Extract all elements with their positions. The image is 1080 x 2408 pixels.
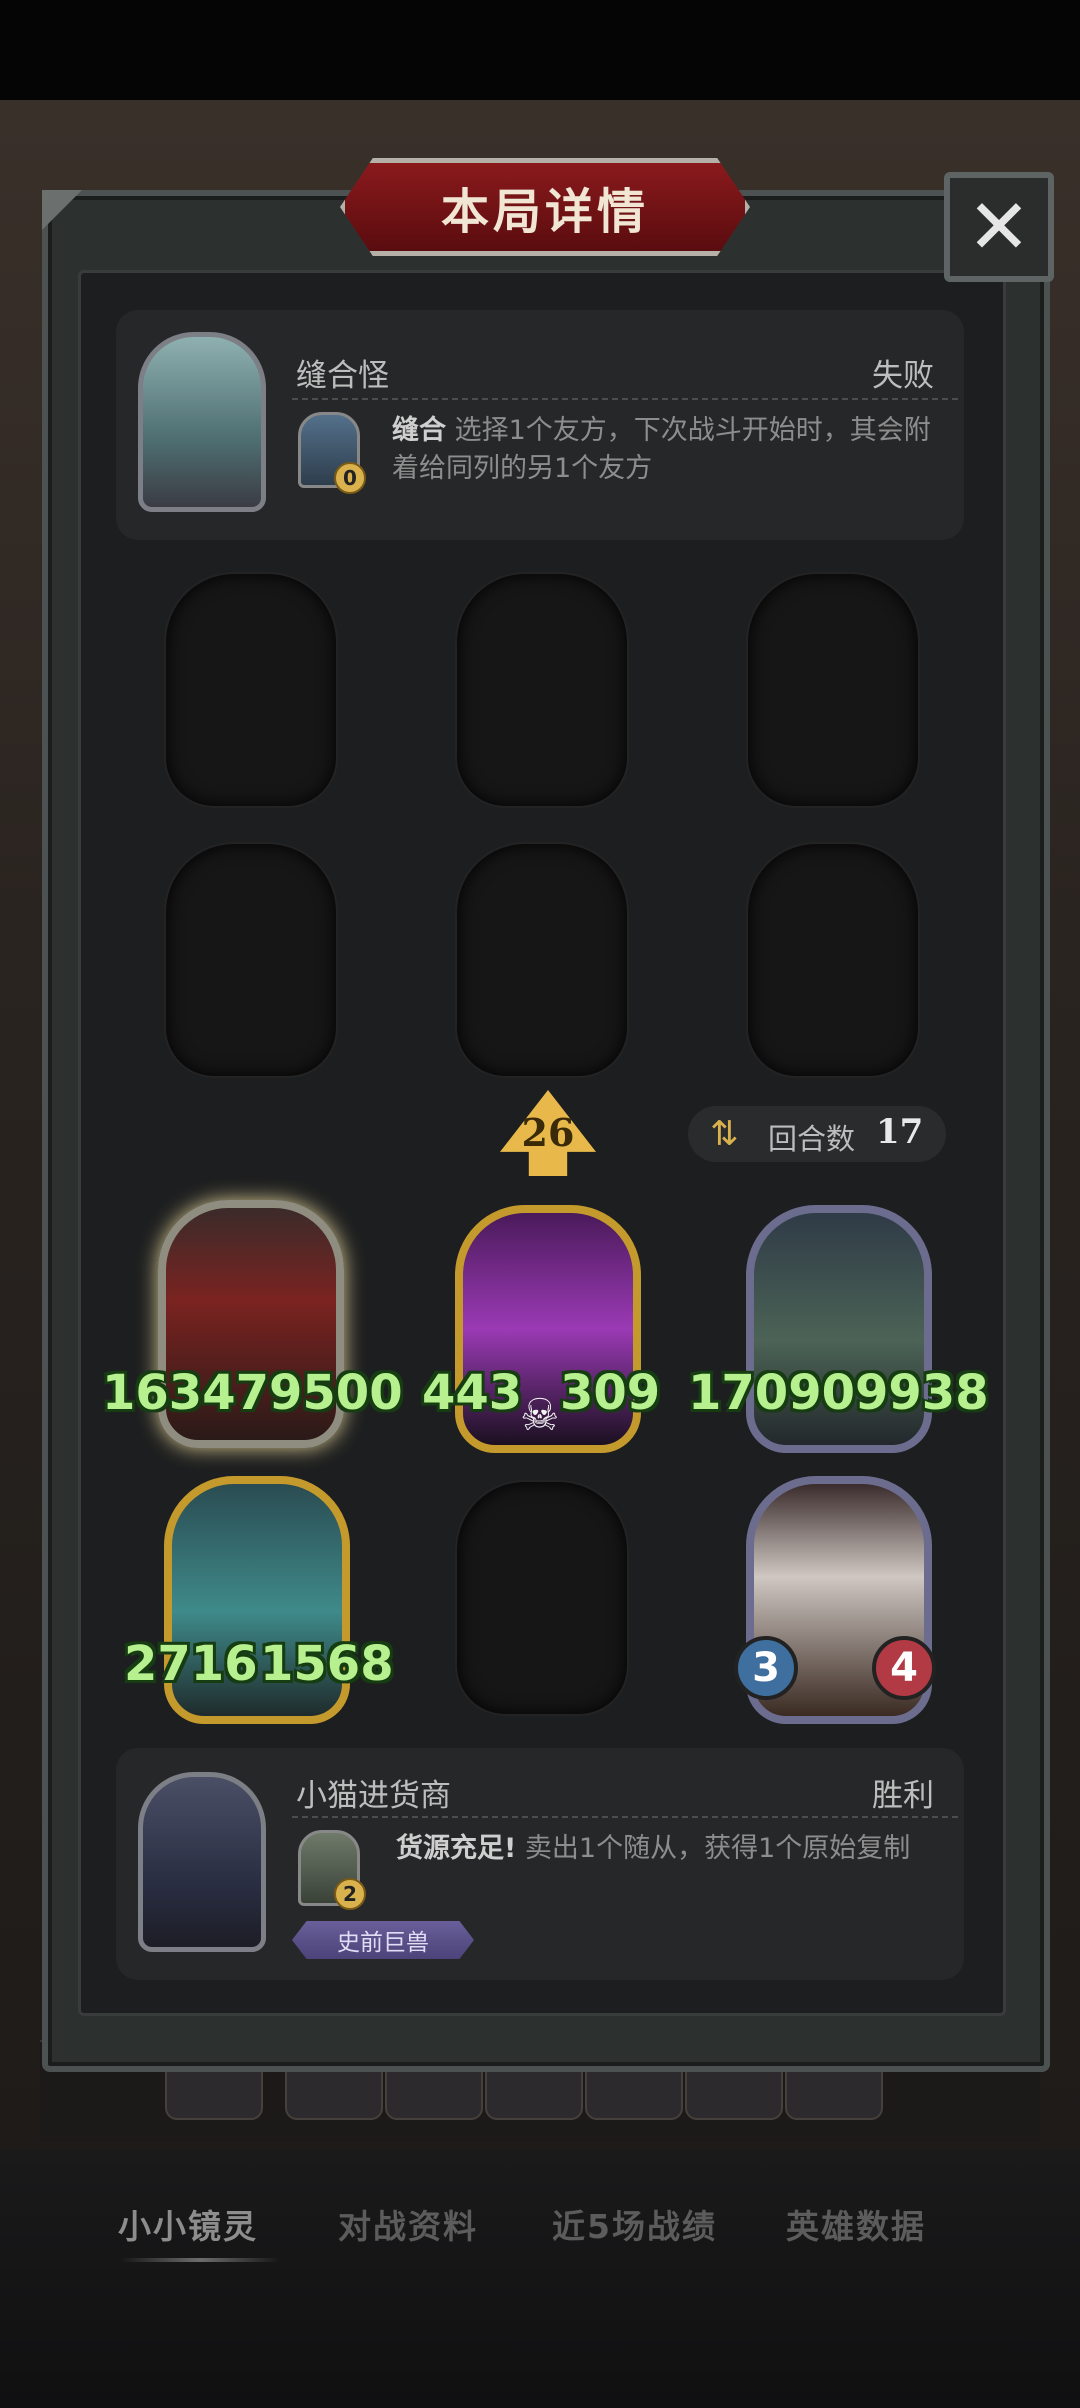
turn-count-label: 回合数 bbox=[768, 1122, 856, 1156]
minion-health: 1568 bbox=[260, 1636, 394, 1692]
my-hero-name: 小猫进货商 bbox=[296, 1778, 451, 1814]
empty-board-slot bbox=[455, 1480, 629, 1716]
title-banner: 本局详情 bbox=[340, 158, 750, 256]
tab-battle-info[interactable]: 对战资料 bbox=[338, 2200, 478, 2248]
tab-hero-data[interactable]: 英雄数据 bbox=[786, 2200, 926, 2248]
tavern-tier-value: 26 bbox=[521, 1110, 575, 1155]
divider bbox=[292, 1816, 958, 1818]
enemy-hero-result: 失败 bbox=[872, 358, 934, 394]
empty-board-slot bbox=[746, 842, 920, 1078]
close-icon: ✕ bbox=[967, 182, 1031, 271]
active-tab-indicator bbox=[120, 2258, 280, 2262]
minion-attack: 2716 bbox=[124, 1636, 258, 1692]
minion-stats: 170909938 bbox=[688, 1365, 989, 1421]
status-bar-area bbox=[0, 0, 1080, 110]
turn-count-value: 17 bbox=[876, 1112, 924, 1152]
minion-health: 4 bbox=[872, 1636, 936, 1700]
hero-power-desc: 卖出1个随从，获得1个原始复制 bbox=[524, 1833, 911, 1864]
modal-title: 本局详情 bbox=[440, 184, 649, 240]
hero-power-name: 缝合 bbox=[392, 415, 446, 446]
minion-stats: 163479500 bbox=[102, 1365, 403, 1421]
swap-arrows-icon: ⇅ bbox=[710, 1114, 739, 1154]
my-hero-power-text: 货源充足! 卖出1个随从，获得1个原始复制 bbox=[396, 1830, 956, 1868]
empty-board-slot bbox=[455, 572, 629, 808]
enemy-hero-name: 缝合怪 bbox=[296, 358, 389, 394]
enemy-hero-power-text: 缝合 选择1个友方，下次战斗开始时，其会附着给同列的另1个友方 bbox=[392, 412, 952, 488]
minion-attack: 3 bbox=[734, 1636, 798, 1700]
close-button[interactable]: ✕ bbox=[944, 172, 1054, 282]
empty-board-slot bbox=[746, 572, 920, 808]
my-hero-result: 胜利 bbox=[872, 1778, 934, 1814]
skull-icon: ☠ bbox=[520, 1390, 560, 1441]
hero-power-cost: 0 bbox=[334, 462, 366, 494]
empty-board-slot bbox=[455, 842, 629, 1078]
empty-board-slot bbox=[164, 572, 338, 808]
hero-power-cost: 2 bbox=[334, 1878, 366, 1910]
my-hero-portrait bbox=[138, 1772, 266, 1952]
tab-recent-5-matches[interactable]: 近5场战绩 bbox=[552, 2200, 717, 2248]
hero-power-desc: 选择1个友方，下次战斗开始时，其会附着给同列的另1个友方 bbox=[392, 415, 931, 484]
turn-count-badge: ⇅ 回合数 17 bbox=[688, 1106, 946, 1162]
enemy-hero-portrait bbox=[138, 332, 266, 512]
tab-mirror-spirit[interactable]: 小小镜灵 bbox=[118, 2200, 258, 2248]
empty-board-slot bbox=[164, 842, 338, 1078]
frame-corner bbox=[42, 190, 82, 230]
bottom-nav bbox=[0, 2150, 1080, 2408]
tribe-tag: 史前巨兽 bbox=[292, 1921, 474, 1959]
minion-attack: 443 bbox=[422, 1365, 523, 1421]
hero-power-name: 货源充足! bbox=[396, 1833, 517, 1864]
minion-health: 309 bbox=[560, 1365, 661, 1421]
divider bbox=[292, 398, 958, 400]
